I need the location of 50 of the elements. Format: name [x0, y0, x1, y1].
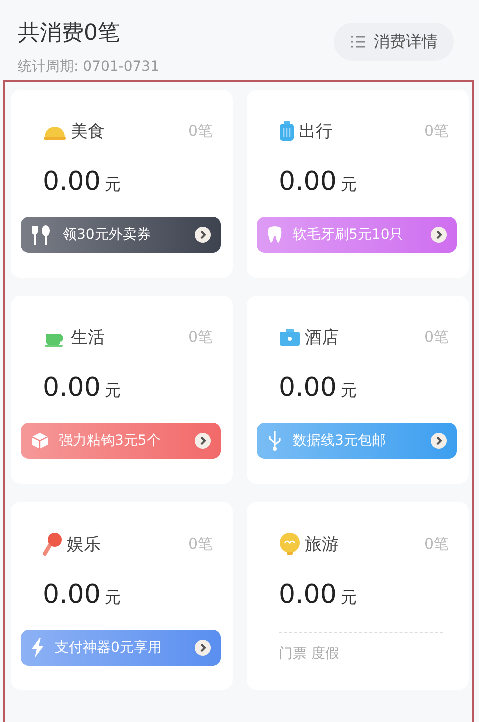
amount-text: 0.00 — [43, 167, 101, 197]
count-text: 0笔 — [424, 534, 449, 554]
category-card[interactable]: 出行 0笔 0.00 元 软毛牙刷5元10只 — [247, 90, 469, 278]
list-icon — [350, 35, 366, 49]
chevron-icon — [195, 640, 211, 656]
unit-text: 元 — [104, 175, 121, 196]
chevron-icon — [431, 433, 447, 449]
cube-icon — [31, 432, 49, 450]
count-text: 0笔 — [188, 534, 213, 554]
category-name: 出行 — [299, 121, 333, 143]
category-card[interactable]: 酒店 0笔 0.00 元 数据线3元包邮 — [247, 296, 469, 484]
category-card[interactable]: 娱乐 0笔 0.00 元 支付神器0元享用 — [11, 502, 233, 690]
sun-icon — [279, 532, 301, 556]
unit-text: 元 — [340, 588, 357, 609]
unit-text: 元 — [340, 381, 357, 402]
category-card[interactable]: 旅游 0笔 0.00 元 门票 度假 — [247, 502, 469, 690]
lightning-icon — [31, 638, 45, 658]
period-text: 统计周期: 0701-0731 — [18, 58, 160, 76]
summary-title: 共消费0笔 — [18, 20, 121, 48]
count-text: 0笔 — [424, 122, 449, 141]
count-text: 0笔 — [424, 328, 449, 347]
category-name: 酒店 — [305, 327, 339, 349]
usb-icon — [267, 430, 283, 452]
tooth-icon — [267, 226, 283, 244]
details-button[interactable]: 消费详情 — [334, 23, 454, 61]
unit-text: 元 — [104, 381, 121, 402]
amount-text: 0.00 — [279, 373, 337, 403]
category-name: 生活 — [71, 327, 105, 349]
category-card[interactable]: 美食 0笔 0.00 元 领30元外卖券 — [11, 90, 233, 278]
briefcase-icon — [279, 328, 301, 346]
category-card[interactable]: 生活 0笔 0.00 元 强力粘钩3元5个 — [11, 296, 233, 484]
tags-text: 门票 度假 — [279, 645, 340, 663]
promo-button[interactable]: 领30元外卖券 — [21, 217, 221, 253]
unit-text: 元 — [104, 588, 121, 609]
amount-text: 0.00 — [43, 373, 101, 403]
category-name: 美食 — [71, 121, 105, 143]
amount-text: 0.00 — [279, 167, 337, 197]
category-name: 娱乐 — [67, 534, 101, 556]
chevron-icon — [195, 433, 211, 449]
amount-text: 0.00 — [279, 580, 337, 610]
count-text: 0笔 — [188, 328, 213, 347]
count-text: 0笔 — [188, 122, 213, 141]
suitcase-icon — [279, 120, 295, 142]
chevron-icon — [195, 227, 211, 243]
amount-text: 0.00 — [43, 580, 101, 610]
unit-text: 元 — [340, 175, 357, 196]
microphone-icon — [43, 532, 63, 556]
chevron-icon — [431, 227, 447, 243]
category-name: 旅游 — [305, 534, 339, 556]
utensils-icon — [31, 225, 53, 245]
